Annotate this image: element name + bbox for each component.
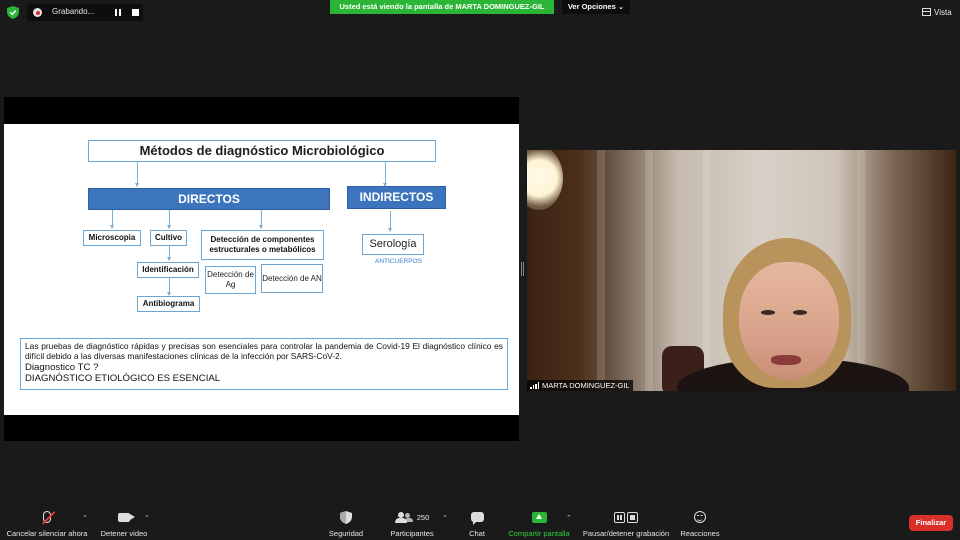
connector — [388, 211, 392, 232]
chat-icon — [470, 512, 484, 525]
recording-indicator: Grabando... — [27, 4, 143, 21]
slide-text-box: Las pruebas de diagnóstico rápidas y pre… — [20, 338, 508, 390]
connector — [383, 162, 387, 187]
connector — [259, 210, 263, 229]
participant-eye — [761, 310, 775, 315]
view-button[interactable]: Vista — [922, 5, 952, 19]
identificacion-box: Identificación — [137, 262, 199, 278]
deteccion-an-box: Detección de AN — [261, 264, 323, 293]
panel-splitter-handle[interactable] — [521, 262, 524, 276]
serologia-box: Serología — [362, 234, 424, 255]
recording-control-button[interactable]: Pausar/detener grabación — [580, 510, 672, 538]
chat-label: Chat — [469, 529, 485, 538]
directos-box: DIRECTOS — [88, 188, 330, 210]
pause-recording-icon[interactable] — [115, 9, 122, 16]
curtain-fold — [703, 150, 711, 391]
view-options-button[interactable]: Ver Opciones ⌄ — [562, 0, 630, 14]
reactions-label: Reacciones — [680, 529, 720, 538]
deteccion-componentes-box: Detección de componentes estructurales o… — [201, 230, 324, 260]
video-label: Detener video — [100, 529, 148, 538]
chevron-up-icon[interactable]: ⌃ — [442, 514, 448, 522]
participant-mouth — [771, 355, 801, 365]
view-options-label: Ver Opciones — [567, 2, 616, 11]
microphone-muted-icon — [41, 511, 56, 525]
video-button[interactable]: Detener video — [98, 510, 150, 538]
reactions-button[interactable]: Reacciones — [680, 510, 720, 538]
participants-icon — [394, 511, 413, 523]
video-camera-icon — [118, 512, 130, 522]
connector — [135, 162, 139, 187]
curtain-fold — [597, 150, 605, 391]
recording-control-label: Pausar/detener grabación — [582, 529, 670, 538]
security-button[interactable]: Seguridad — [325, 510, 367, 538]
recording-label: Grabando... — [52, 7, 95, 16]
connector — [167, 278, 171, 296]
connector — [110, 210, 114, 229]
shield-icon — [340, 510, 352, 524]
connector — [167, 246, 171, 261]
slide-title: Métodos de diagnóstico Microbiológico — [88, 140, 436, 162]
slide-essential-note: DIAGNÓSTICO ETIOLÓGICO ES ESENCIAL — [25, 372, 221, 384]
indirectos-box: INDIRECTOS — [347, 186, 446, 209]
participant-name: MARTA DOMINGUEZ-GIL — [542, 381, 630, 390]
anticuerpos-label: ANTICUERPOS — [375, 258, 422, 265]
security-label: Seguridad — [328, 529, 364, 538]
view-label: Vista — [934, 7, 952, 17]
chevron-down-icon: ⌄ — [617, 2, 625, 11]
participants-count: 250 — [416, 512, 430, 522]
share-screen-icon — [531, 511, 547, 523]
shield-icon — [7, 6, 19, 19]
connector — [167, 210, 171, 229]
end-meeting-button[interactable]: Finalizar — [909, 515, 953, 531]
stop-recording-icon[interactable] — [132, 9, 139, 16]
participants-button[interactable]: 250 Participantes — [389, 510, 435, 538]
cultivo-box: Cultivo — [150, 230, 187, 246]
grid-view-icon — [922, 8, 931, 16]
curtain-fold — [857, 150, 865, 391]
participant-eye — [793, 310, 807, 315]
share-screen-label: Compartir pantalla — [508, 529, 570, 538]
antibiograma-box: Antibiograma — [137, 296, 200, 312]
presentation-slide: Métodos de diagnóstico Microbiológico DI… — [4, 124, 519, 415]
participants-label: Participantes — [390, 529, 434, 538]
chevron-up-icon[interactable]: ⌃ — [566, 514, 572, 522]
deteccion-ag-box: Detección de Ag — [205, 266, 256, 294]
microscopia-box: Microscopia — [83, 230, 141, 246]
slide-diagnostico-tc: Diagnostico TC ? — [25, 361, 99, 373]
screen-share-banner: Usted está viendo la pantalla de MARTA D… — [330, 0, 554, 14]
pause-icon — [614, 511, 625, 523]
record-icon — [33, 8, 42, 17]
participant-video — [527, 150, 956, 391]
smiley-icon — [694, 511, 706, 523]
participant-name-tag: MARTA DOMINGUEZ-GIL — [527, 380, 633, 391]
curtain-fold — [645, 150, 653, 391]
stop-icon — [627, 511, 638, 523]
signal-bars-icon — [530, 382, 539, 389]
slide-paragraph: Las pruebas de diagnóstico rápidas y pre… — [25, 341, 503, 362]
chevron-up-icon[interactable]: ⌃ — [144, 514, 150, 522]
mute-label: Cancelar silenciar ahora — [6, 529, 88, 538]
mute-button[interactable]: Cancelar silenciar ahora — [5, 510, 89, 538]
chevron-up-icon[interactable]: ⌃ — [82, 514, 88, 522]
lamp-light — [527, 150, 563, 210]
chat-button[interactable]: Chat — [464, 510, 490, 538]
share-screen-button[interactable]: Compartir pantalla — [506, 510, 572, 538]
